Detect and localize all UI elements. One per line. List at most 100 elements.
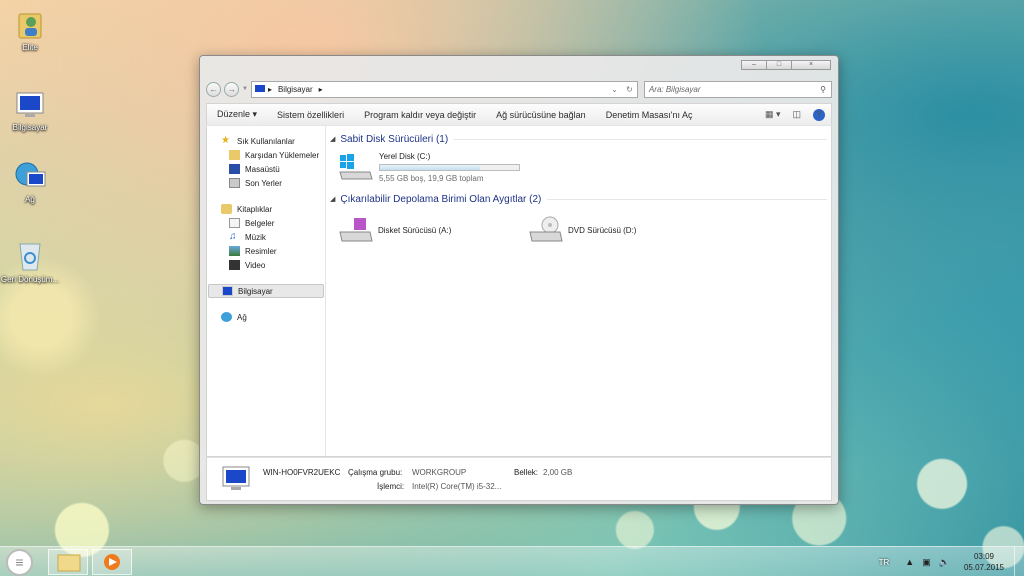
section-title: Sabit Disk Sürücüleri (1) (340, 133, 449, 145)
nav-label: Belgeler (245, 218, 275, 228)
volume-icon[interactable]: 🔈 (939, 557, 950, 568)
drive-name: Yerel Disk (C:) (379, 152, 431, 161)
network-icon (221, 312, 232, 322)
music-icon: ♫ (229, 231, 237, 242)
desktop-icon-user[interactable]: Elite (0, 6, 60, 52)
nav-favorites[interactable]: ★ Sık Kullanılanlar (207, 134, 325, 148)
network-icon (15, 162, 46, 187)
maximize-button[interactable]: □ (766, 60, 792, 70)
nav-label: Resimler (245, 246, 277, 256)
navigation-bar: ← → ▼ ▸ Bilgisayar ▸ ⌄ ↻ Ara: Bilgisayar… (206, 80, 832, 98)
nav-computer[interactable]: Bilgisayar (208, 284, 324, 298)
title-bar[interactable]: – □ × (200, 56, 838, 78)
nav-pictures[interactable]: Resimler (207, 244, 325, 258)
recent-pages-dropdown[interactable]: ▼ (242, 86, 248, 92)
media-player-icon (104, 554, 120, 570)
nav-network[interactable]: Ağ (207, 310, 325, 324)
section-removable[interactable]: ◢ Çıkarılabilir Depolama Birimi Olan Ayg… (330, 190, 831, 208)
drive-dvd[interactable]: DVD Sürücüsü (D:) (528, 214, 718, 246)
nav-libraries[interactable]: Kitaplıklar (207, 202, 325, 216)
desktop-icon-network[interactable]: Ağ (0, 160, 60, 204)
clock-date: 05.07.2015 (963, 563, 1004, 572)
drive-name: Disket Sürücüsü (A:) (378, 225, 452, 235)
pictures-icon (229, 246, 240, 256)
workgroup-label: Çalışma grubu: (348, 468, 403, 477)
section-hard-disks[interactable]: ◢ Sabit Disk Sürücüleri (1) (330, 130, 831, 148)
computer-icon (254, 85, 265, 92)
system-properties-button[interactable]: Sistem özellikleri (267, 110, 354, 120)
map-network-drive-button[interactable]: Ağ sürücüsüne bağlan (486, 110, 596, 120)
caption-buttons: – □ × (741, 60, 831, 70)
computer-icon (222, 286, 233, 296)
drive-floppy[interactable]: Disket Sürücüsü (A:) (338, 214, 528, 246)
breadcrumb-computer[interactable]: Bilgisayar (278, 85, 313, 94)
nav-label: Müzik (245, 232, 266, 242)
show-hidden-icons[interactable]: ▲ (905, 557, 914, 567)
computer-icon (222, 466, 250, 490)
preview-pane-icon[interactable]: ◫ (792, 109, 801, 120)
floppy-drive-icon (339, 218, 373, 242)
nav-label: Ağ (237, 312, 247, 322)
organize-menu[interactable]: Düzenle ▾ (207, 109, 267, 120)
drive-local-disk[interactable]: Yerel Disk (C:) 5,55 GB boş, 19,9 GB top… (338, 152, 831, 188)
system-tray: TR ▲ ▣ 🔈 03:09 05.07.2015 (879, 547, 1024, 576)
view-options-icon[interactable]: ▦ ▾ (765, 109, 781, 120)
network-tray-icon[interactable]: ▣ (922, 557, 931, 568)
libraries-group: Kitaplıklar Belgeler ♫ Müzik Resimler Vi… (207, 202, 325, 272)
clock-time: 03:09 (973, 552, 994, 561)
clock[interactable]: 03:09 05.07.2015 (964, 551, 1004, 573)
downloads-icon (229, 150, 240, 160)
uninstall-program-button[interactable]: Program kaldır veya değiştir (354, 110, 486, 120)
search-icon[interactable]: ⚲ (815, 85, 831, 94)
command-bar: Düzenle ▾ Sistem özellikleri Program kal… (206, 103, 832, 125)
back-button[interactable]: ← (206, 81, 221, 97)
desktop-icon-recycle-bin[interactable]: Geri Dönüşüm... (0, 240, 60, 284)
removable-drives: Disket Sürücüsü (A:) DVD Sürücüsü (D:) (338, 214, 831, 246)
collapse-icon: ◢ (330, 136, 336, 143)
drive-usage-fill (380, 165, 481, 170)
desktop-icon (229, 164, 240, 174)
forward-button[interactable]: → (224, 81, 239, 97)
show-desktop-button[interactable] (1014, 547, 1024, 576)
nav-videos[interactable]: Video (207, 258, 325, 272)
nav-desktop[interactable]: Masaüstü (207, 162, 325, 176)
desktop-icon-label: Ağ (25, 195, 35, 204)
open-control-panel-button[interactable]: Denetim Masası'nı Aç (596, 110, 703, 120)
search-input[interactable]: Ara: Bilgisayar ⚲ (643, 80, 832, 98)
address-bar[interactable]: ▸ Bilgisayar ▸ ⌄ ↻ (250, 80, 638, 98)
nav-label: Bilgisayar (238, 286, 273, 296)
taskbar-media-player-button[interactable] (92, 549, 132, 575)
drive-usage-bar (379, 164, 520, 171)
nav-recent-places[interactable]: Son Yerler (207, 176, 325, 190)
search-placeholder: Ara: Bilgisayar (648, 84, 701, 94)
help-icon[interactable]: ? (813, 108, 825, 121)
explorer-window: – □ × ← → ▼ ▸ Bilgisayar ▸ ⌄ ↻ Ara: Bilg… (199, 55, 839, 505)
workgroup-value: WORKGROUP (412, 468, 467, 477)
recycle-bin-icon (19, 243, 41, 271)
collapse-icon: ◢ (330, 196, 336, 203)
desktop-icon-label: Elite (22, 43, 38, 52)
memory-label: Bellek: (514, 468, 539, 477)
close-button[interactable]: × (791, 60, 831, 70)
computer-name: WIN-HO0FVR2UEKC (263, 468, 341, 477)
address-dropdown-icon[interactable]: ⌄ (607, 85, 622, 94)
nav-downloads[interactable]: Karşıdan Yüklemeler (207, 148, 325, 162)
section-title: Çıkarılabilir Depolama Birimi Olan Aygıt… (340, 193, 542, 205)
network-group: Ağ (207, 310, 325, 324)
breadcrumb-arrow[interactable]: ▸ (319, 85, 323, 94)
breadcrumb-arrow[interactable]: ▸ (268, 85, 272, 94)
documents-icon (229, 218, 240, 228)
desktop-icon-label: Bilgisayar (12, 123, 48, 132)
minimize-button[interactable]: – (741, 60, 767, 70)
desktop-icon-label: Geri Dönüşüm... (0, 275, 60, 284)
start-button[interactable]: ≡ (6, 549, 33, 576)
taskbar-explorer-button[interactable] (48, 549, 88, 575)
language-indicator[interactable]: TR (879, 558, 890, 567)
processor-value: Intel(R) Core(TM) i5-32... (412, 482, 502, 491)
desktop-icon-computer[interactable]: Bilgisayar (0, 90, 60, 132)
refresh-icon[interactable]: ↻ (622, 85, 637, 94)
nav-music[interactable]: ♫ Müzik (207, 230, 325, 244)
windows-drive-icon (339, 154, 373, 180)
nav-label: Son Yerler (245, 178, 282, 188)
nav-documents[interactable]: Belgeler (207, 216, 325, 230)
